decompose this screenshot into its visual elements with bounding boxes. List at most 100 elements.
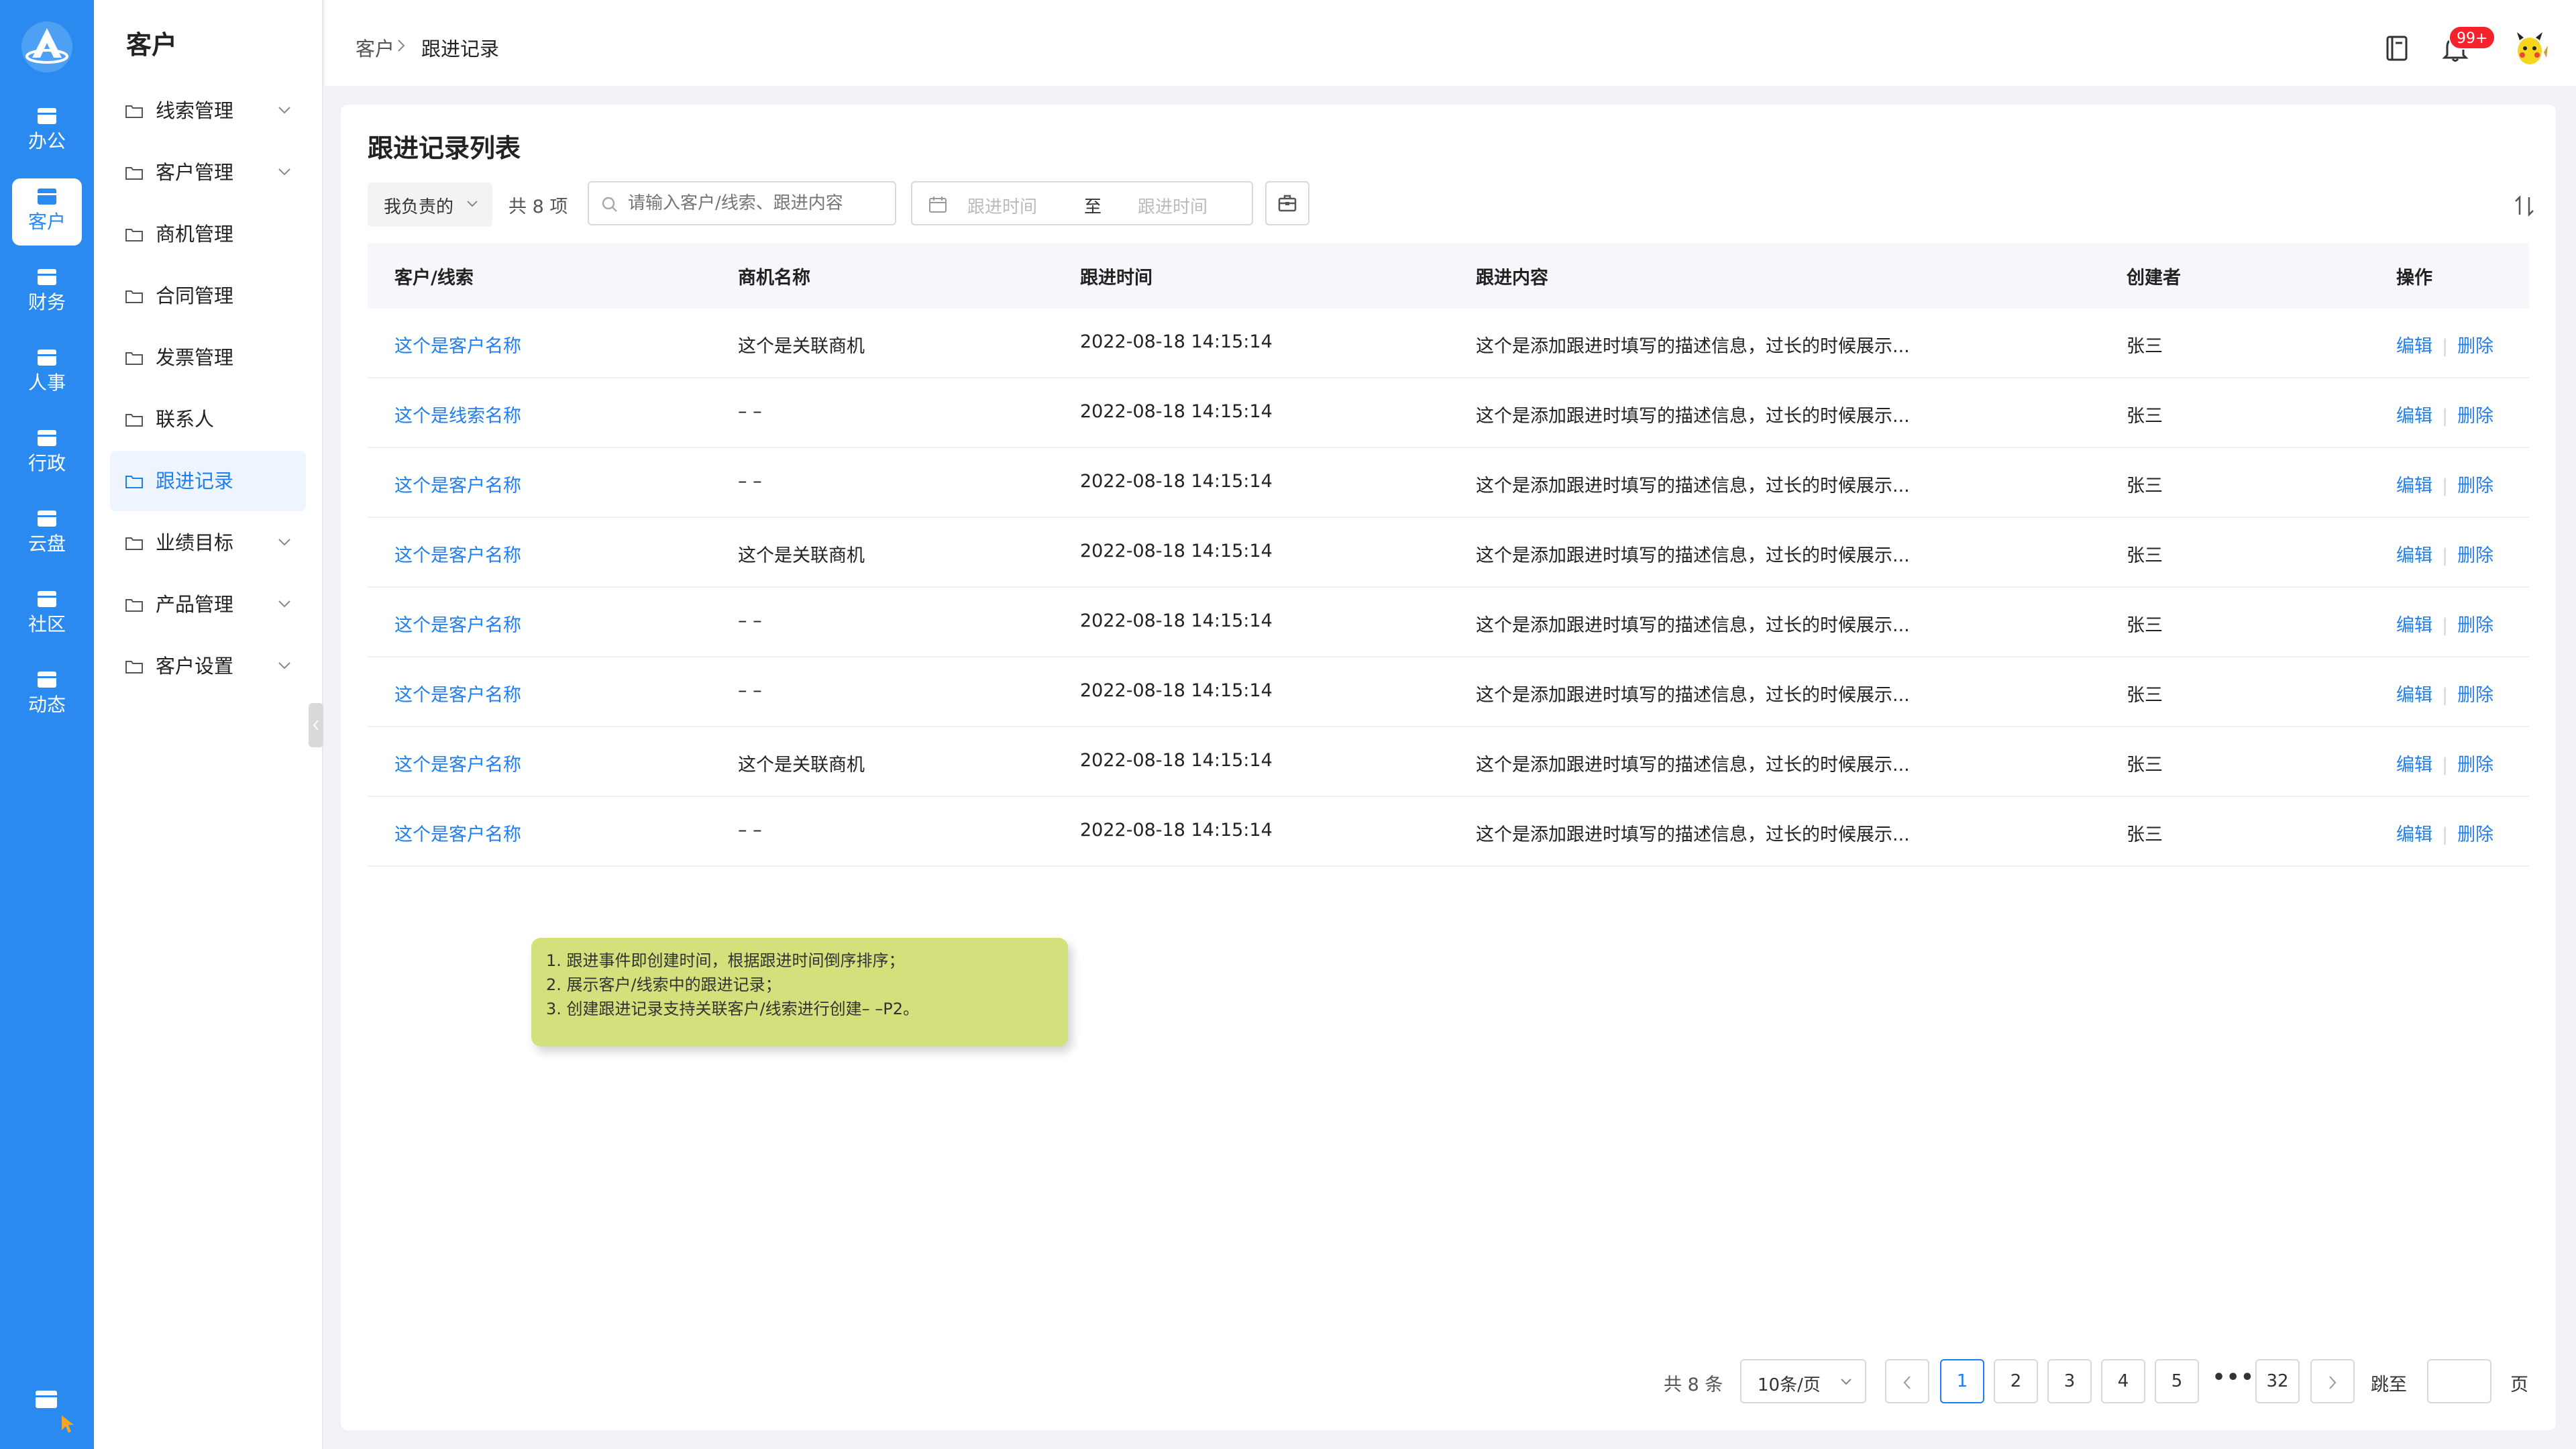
- rail-item[interactable]: 人事: [12, 339, 82, 407]
- customer-link[interactable]: 这个是客户名称: [394, 331, 521, 358]
- delete-button[interactable]: 删除: [2457, 685, 2493, 706]
- content-cell: 这个是添加跟进时填写的描述信息，过长的时候展示...: [1476, 406, 1910, 427]
- edit-button[interactable]: 编辑: [2396, 685, 2432, 706]
- page-button[interactable]: 5: [2155, 1359, 2199, 1403]
- nav-item[interactable]: 业绩目标: [110, 513, 306, 573]
- nav-item[interactable]: 发票管理: [110, 327, 306, 388]
- note-line: 1. 跟进事件即创建时间，根据跟进时间倒序排序；: [546, 951, 905, 970]
- column-header-time: 跟进时间: [1080, 268, 1152, 288]
- customer-link[interactable]: 这个是客户名称: [394, 541, 521, 567]
- owner-filter-label: 我负责的: [384, 197, 454, 217]
- jump-to-page-input[interactable]: [2427, 1359, 2491, 1403]
- edit-button[interactable]: 编辑: [2396, 545, 2432, 566]
- page-button[interactable]: 3: [2047, 1359, 2092, 1403]
- rail-item-label: 动态: [28, 694, 66, 716]
- delete-button[interactable]: 删除: [2457, 545, 2493, 566]
- opportunity-cell: – –: [738, 401, 762, 422]
- content-cell: 这个是添加跟进时填写的描述信息，过长的时候展示...: [1476, 545, 1910, 566]
- rail-item[interactable]: 云盘: [12, 500, 82, 568]
- search-field[interactable]: [588, 181, 896, 225]
- search-input[interactable]: [628, 189, 883, 217]
- actions-cell: 编辑 | 删除: [2396, 401, 2493, 427]
- page-button[interactable]: 4: [2101, 1359, 2145, 1403]
- collapse-sidebar-handle[interactable]: [309, 703, 323, 747]
- delete-button[interactable]: 删除: [2457, 824, 2493, 845]
- breadcrumb-current: 跟进记录: [421, 38, 500, 60]
- date-start-input[interactable]: 跟进时间: [967, 193, 1037, 218]
- edit-button[interactable]: 编辑: [2396, 476, 2432, 496]
- pagination-ellipsis[interactable]: •••: [2212, 1366, 2255, 1389]
- folder-icon: [125, 414, 143, 427]
- time-cell: 2022-08-18 14:15:14: [1080, 680, 1273, 701]
- nav-item[interactable]: 线索管理: [110, 80, 306, 141]
- rail-item[interactable]: 客户: [12, 178, 82, 246]
- nav-item[interactable]: 合同管理: [110, 266, 306, 326]
- chevron-left-icon: [313, 720, 319, 731]
- rail-item-label: 云盘: [28, 533, 66, 555]
- chevron-left-icon: [1903, 1376, 1911, 1389]
- app-logo-icon[interactable]: [19, 19, 75, 75]
- nav-item[interactable]: 客户管理: [110, 142, 306, 203]
- next-page-button[interactable]: [2310, 1359, 2355, 1403]
- date-range-picker[interactable]: 跟进时间 至 跟进时间: [911, 181, 1253, 225]
- edit-button[interactable]: 编辑: [2396, 755, 2432, 775]
- customer-link[interactable]: 这个是线索名称: [394, 401, 521, 427]
- activity-icon: [38, 672, 56, 688]
- column-header-opportunity: 商机名称: [738, 268, 810, 288]
- page-size-select[interactable]: 10条/页: [1740, 1359, 1866, 1403]
- breadcrumb-parent[interactable]: 客户: [356, 34, 394, 62]
- date-range-separator: 至: [1084, 197, 1102, 217]
- rail-item[interactable]: 财务: [12, 259, 82, 326]
- followup-list-card: 跟进记录列表 我负责的 共 8 项 跟进时间 至 跟进时间: [341, 105, 2556, 1430]
- nav-item[interactable]: 商机管理: [110, 204, 306, 264]
- customer-link[interactable]: 这个是客户名称: [394, 820, 521, 846]
- hr-icon: [38, 350, 56, 366]
- customer-link[interactable]: 这个是客户名称: [394, 471, 521, 497]
- customer-link[interactable]: 这个是客户名称: [394, 680, 521, 706]
- rail-item[interactable]: 社区: [12, 581, 82, 648]
- edit-button[interactable]: 编辑: [2396, 824, 2432, 845]
- nav-item[interactable]: 产品管理: [110, 574, 306, 635]
- delete-button[interactable]: 删除: [2457, 615, 2493, 636]
- folder-icon: [125, 290, 143, 303]
- rail-item-label: 财务: [28, 291, 66, 313]
- avatar[interactable]: [2510, 30, 2549, 68]
- chevron-down-icon: [278, 662, 290, 669]
- page-button[interactable]: 1: [1940, 1359, 1984, 1403]
- table-row: 这个是客户名称 – – 2022-08-18 14:15:14 这个是添加跟进时填写的…: [368, 448, 2529, 518]
- rail-item-label: 人事: [28, 372, 66, 394]
- nav-item[interactable]: 客户设置: [110, 636, 306, 696]
- export-button[interactable]: [1265, 181, 1309, 225]
- nav-item-label: 线索管理: [156, 99, 234, 122]
- date-end-input[interactable]: 跟进时间: [1138, 193, 1208, 218]
- edit-button[interactable]: 编辑: [2396, 336, 2432, 357]
- nav-item-label: 业绩目标: [156, 531, 234, 554]
- time-cell: 2022-08-18 14:15:14: [1080, 750, 1273, 771]
- delete-button[interactable]: 删除: [2457, 755, 2493, 775]
- nav-item[interactable]: 联系人: [110, 389, 306, 449]
- owner-filter-dropdown[interactable]: 我负责的: [368, 182, 492, 227]
- rail-item[interactable]: 行政: [12, 420, 82, 487]
- delete-button[interactable]: 删除: [2457, 336, 2493, 357]
- opportunity-cell: – –: [738, 610, 762, 631]
- prev-page-button[interactable]: [1885, 1359, 1929, 1403]
- community-icon: [38, 591, 56, 607]
- action-divider: |: [2442, 336, 2449, 357]
- nav-item[interactable]: 跟进记录: [110, 451, 306, 511]
- customer-link[interactable]: 这个是客户名称: [394, 610, 521, 637]
- page-suffix-label: 页: [2510, 1375, 2528, 1395]
- sort-icon[interactable]: [2513, 195, 2536, 217]
- delete-button[interactable]: 删除: [2457, 406, 2493, 427]
- edit-button[interactable]: 编辑: [2396, 615, 2432, 636]
- rail-item[interactable]: 办公: [12, 98, 82, 165]
- customer-link[interactable]: 这个是客户名称: [394, 750, 521, 776]
- nav-item-label: 联系人: [156, 408, 215, 431]
- rail-item[interactable]: 动态: [12, 661, 82, 729]
- page-button-last[interactable]: 32: [2255, 1359, 2300, 1403]
- delete-button[interactable]: 删除: [2457, 476, 2493, 496]
- page-button[interactable]: 2: [1994, 1359, 2038, 1403]
- edit-button[interactable]: 编辑: [2396, 406, 2432, 427]
- book-icon[interactable]: [2385, 35, 2408, 62]
- action-divider: |: [2442, 545, 2449, 566]
- pagination: 共 8 条 10条/页 12345 ••• 32 跳至 页: [0, 1359, 2576, 1403]
